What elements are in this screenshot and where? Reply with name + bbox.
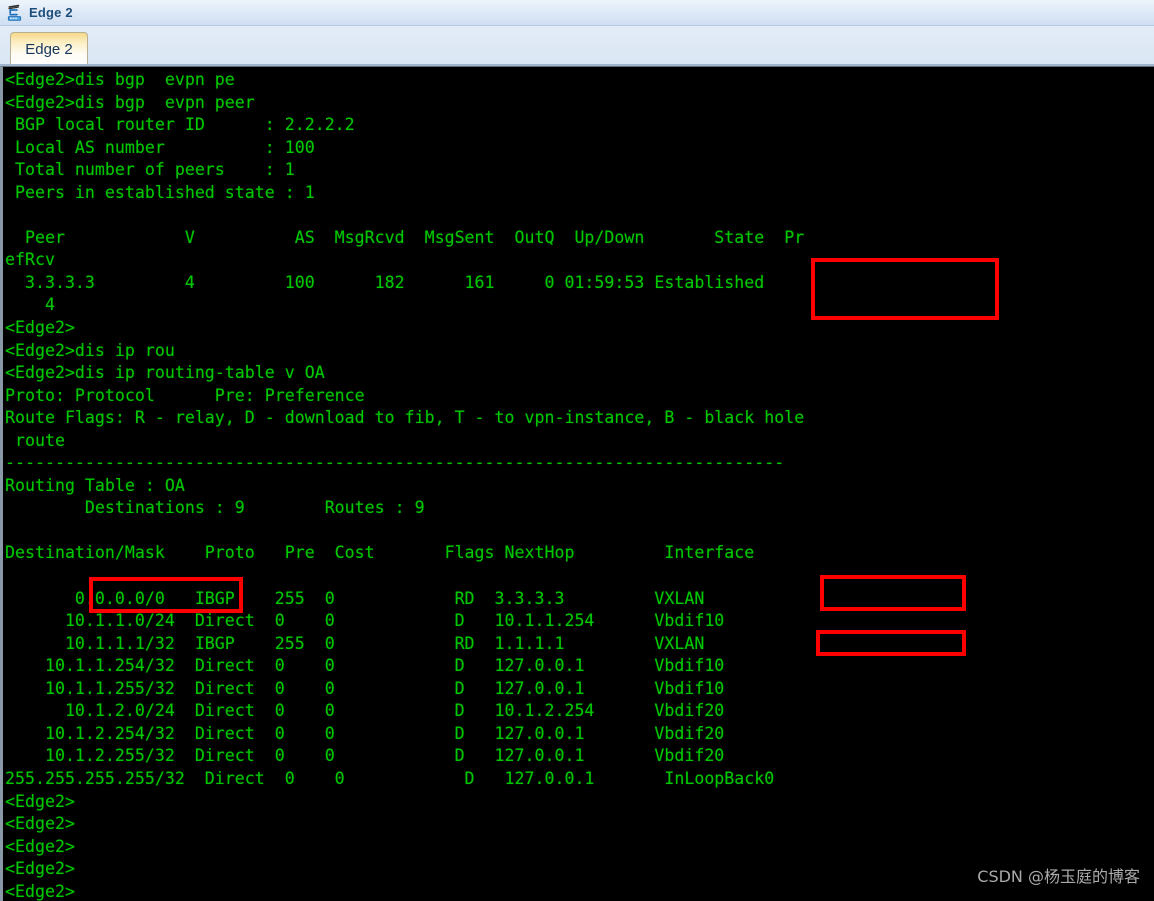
tab-label: Edge 2: [25, 41, 73, 58]
title-bar: Edge 2: [0, 0, 1154, 26]
terminal-panel[interactable]: <Edge2>dis bgp evpn pe <Edge2>dis bgp ev…: [0, 66, 1154, 901]
terminal-emulator-window: Edge 2 Edge 2 <Edge2>dis bgp evpn pe <Ed…: [0, 0, 1154, 901]
watermark: CSDN @杨玉庭的博客: [977, 867, 1140, 886]
window-title: Edge 2: [29, 5, 73, 20]
console-output: <Edge2>dis bgp evpn pe <Edge2>dis bgp ev…: [5, 70, 805, 901]
terminal-screen[interactable]: <Edge2>dis bgp evpn pe <Edge2>dis bgp ev…: [3, 67, 1154, 901]
tab-strip: Edge 2: [0, 26, 1154, 66]
tab-edge-2[interactable]: Edge 2: [10, 32, 88, 66]
router-switch-icon: [6, 4, 24, 22]
